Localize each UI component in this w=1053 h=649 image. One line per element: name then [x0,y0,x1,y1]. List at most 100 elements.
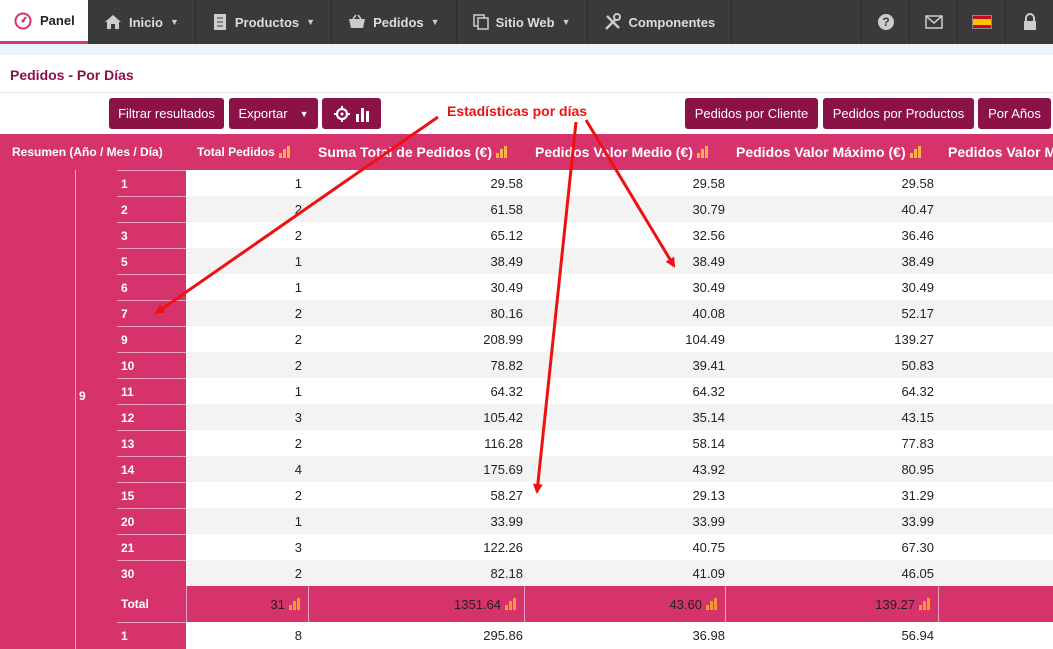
avg-cell: 43.92 [692,461,725,477]
nav-sitio-web[interactable]: Sitio Web ▼ [457,0,588,44]
day-cell: 9 [117,326,186,352]
max-cell: 67.30 [901,539,934,555]
table-row: 13 2 116.28 58.14 77.83 [117,430,1053,456]
help-button[interactable]: ? [861,0,909,44]
nav-productos[interactable]: Productos ▼ [196,0,333,44]
max-cell: 40.47 [901,201,934,217]
bar-chart-icon [706,598,717,610]
top-navbar: Panel Inicio ▼ Productos ▼ Pedidos ▼ Sit… [0,0,1053,44]
sort-chart-icon [496,146,507,158]
header-total-orders-label: Total Pedidos [197,145,275,159]
sort-chart-icon [696,146,708,158]
nav-sitio-web-label: Sitio Web [495,14,555,30]
orders-cell: 2 [294,565,302,581]
nav-inicio[interactable]: Inicio ▼ [88,0,196,44]
nav-pedidos[interactable]: Pedidos ▼ [332,0,457,44]
day-cell: 20 [117,508,186,534]
header-max[interactable]: Pedidos Valor Máximo (€) [736,134,936,170]
sum-cell: 38.49 [490,253,523,269]
table-row: 10 2 78.82 39.41 50.83 [117,352,1053,378]
book-icon [213,14,226,30]
copy-icon [472,14,489,30]
table-row: 15 2 58.27 29.13 31.29 [117,482,1053,508]
mail-button[interactable] [909,0,957,44]
avg-cell: 33.99 [692,513,725,529]
nav-inicio-label: Inicio [129,14,163,30]
sum-cell: 61.58 [490,201,523,217]
dashboard-icon [14,12,32,29]
sum-cell: 58.27 [490,487,523,503]
max-cell: 50.83 [901,357,934,373]
lock-button[interactable] [1005,0,1053,44]
lock-icon [1023,13,1036,30]
orders-cell: 2 [294,331,302,347]
filter-button[interactable]: Filtrar resultados [109,98,224,129]
orders-cell: 2 [294,305,302,321]
table-row: 5 1 38.49 38.49 38.49 [117,248,1053,274]
sum-cell: 30.49 [490,279,523,295]
chevron-down-icon: ▼ [169,17,179,27]
export-button[interactable]: Exportar ▼ [229,98,318,129]
flag-es-icon [971,15,992,29]
sum-cell: 33.99 [490,513,523,529]
bar-chart-icon [289,598,300,610]
nav-panel[interactable]: Panel [0,0,88,44]
header-avg[interactable]: Pedidos Valor Medio (€) [535,134,730,170]
language-button[interactable] [957,0,1005,44]
table-row: 2 2 61.58 30.79 40.47 [117,196,1053,222]
orders-by-client-button[interactable]: Pedidos por Cliente [685,98,818,129]
orders-cell: 1 [294,175,302,191]
table-row: 20 1 33.99 33.99 33.99 [117,508,1053,534]
orders-cell: 1 [294,253,302,269]
chevron-down-icon: ▼ [299,108,309,119]
chevron-down-icon: ▼ [430,17,440,27]
orders-cell: 2 [294,435,302,451]
header-max-label: Pedidos Valor Máximo (€) [736,144,906,160]
day-cell: 14 [117,456,186,482]
sum-cell: 122.26 [483,539,523,555]
max-cell: 52.17 [901,305,934,321]
header-sum[interactable]: Suma Total de Pedidos (€) [318,134,528,170]
avg-cell: 29.13 [692,487,725,503]
orders-by-product-button[interactable]: Pedidos por Productos [823,98,974,129]
table-row: 30 2 82.18 41.09 46.05 [117,560,1053,586]
month-column-next [75,622,117,649]
annotation-label: Estadísticas por días [447,103,588,119]
nav-right-group: ? [861,0,1053,44]
bar-chart-icon [355,107,369,122]
export-label: Exportar [238,106,288,121]
orders-cell: 2 [294,357,302,373]
avg-cell: 64.32 [692,383,725,399]
max-cell: 80.95 [901,461,934,477]
gear-icon [333,105,350,122]
header-total-orders[interactable]: Total Pedidos [197,134,312,170]
header-min[interactable]: Pedidos Valor M [948,134,1053,170]
day-cell: 30 [117,560,186,586]
sum-cell: 65.12 [490,227,523,243]
header-summary[interactable]: Resumen (Año / Mes / Día) [12,134,192,170]
table-row: 6 1 30.49 30.49 30.49 [117,274,1053,300]
stats-settings-button[interactable] [322,98,381,129]
total-max-cell: 139.27 [725,586,938,622]
svg-text:?: ? [882,15,889,29]
sum-cell: 82.18 [490,565,523,581]
nav-componentes-label: Componentes [628,14,716,30]
table-row: 14 4 175.69 43.92 80.95 [117,456,1053,482]
header-avg-label: Pedidos Valor Medio (€) [535,144,693,160]
by-year-button[interactable]: Por Años [978,98,1051,129]
sum-cell: 295.86 [483,627,523,643]
max-cell: 33.99 [901,513,934,529]
avg-cell: 36.98 [692,627,725,643]
nav-componentes[interactable]: Componentes [588,0,733,44]
basket-icon [349,14,366,28]
day-cell: 12 [117,404,186,430]
day-cell: 3 [117,222,186,248]
orders-cell: 1 [294,383,302,399]
nav-productos-label: Productos [234,14,300,30]
avg-cell: 30.79 [692,201,725,217]
sum-cell: 78.82 [490,357,523,373]
max-cell: 77.83 [901,435,934,451]
total-max-value: 139.27 [875,596,915,612]
avg-cell: 58.14 [692,435,725,451]
total-sum-cell: 1351.64 [308,586,524,622]
